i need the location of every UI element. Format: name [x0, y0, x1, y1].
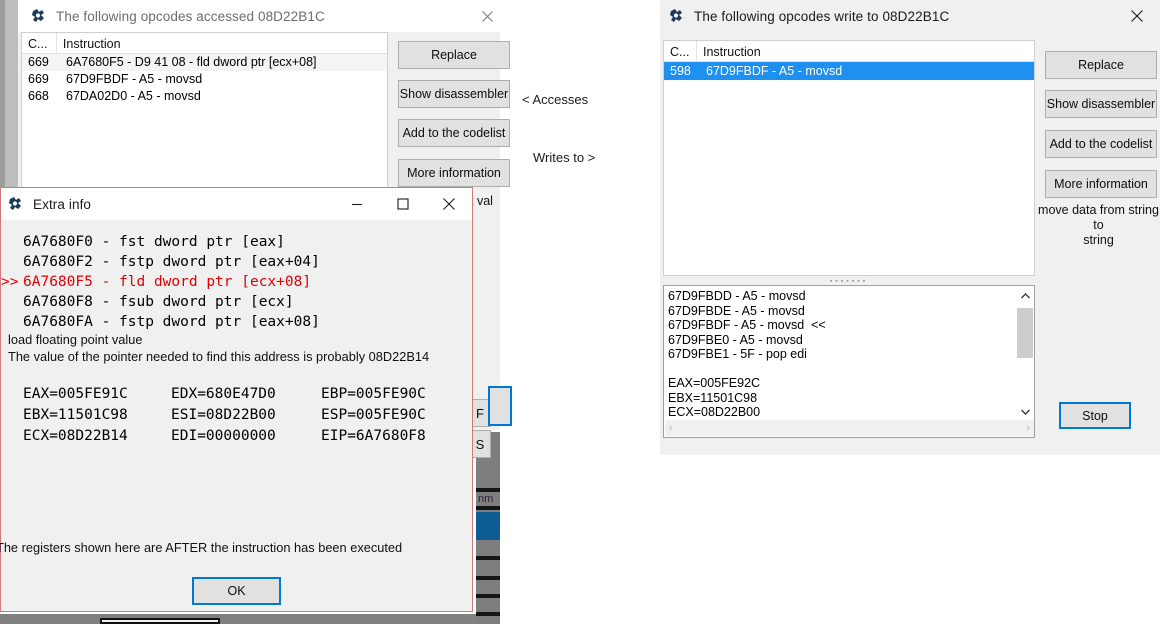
- writes-list-header: C... Instruction: [664, 41, 1034, 62]
- writes-dialog: The following opcodes write to 08D22B1C …: [660, 0, 1160, 455]
- writes-replace-button[interactable]: Replace: [1045, 51, 1157, 79]
- accesses-more-information-button[interactable]: More information: [398, 159, 510, 187]
- writes-memo-text: 67D9FBDD - A5 - movsd 67D9FBDE - A5 - mo…: [668, 289, 826, 434]
- register-ecx: ECX=08D22B14: [23, 426, 128, 447]
- memo-horizontal-scrollbar[interactable]: ‹ ›: [665, 420, 1034, 436]
- writes-show-disassembler-button[interactable]: Show disassembler: [1045, 90, 1157, 118]
- scroll-up-icon[interactable]: [1017, 287, 1033, 304]
- extra-info-window-buttons: [334, 188, 472, 220]
- cheat-engine-icon: [30, 7, 48, 25]
- accesses-list-header: C... Instruction: [22, 33, 387, 54]
- cheat-engine-icon: [7, 195, 25, 213]
- extra-info-dialog: Extra info 6A7680F0 - fst dword ptr [eax…: [0, 187, 473, 612]
- accesses-column-instruction[interactable]: Instruction: [57, 33, 387, 54]
- table-row[interactable]: 669 67D9FBDF - A5 - movsd: [22, 71, 387, 88]
- scroll-left-icon[interactable]: ‹: [665, 422, 673, 434]
- register-ebx: EBX=11501C98: [23, 405, 128, 426]
- writes-more-information-button[interactable]: More information: [1045, 170, 1157, 198]
- register-ebp: EBP=005FE90C: [321, 384, 426, 405]
- accesses-s-button-label: S: [476, 437, 485, 452]
- extra-info-disasm-line-2: 6A7680F2 - fstp dword ptr [eax+04]: [23, 252, 320, 272]
- extra-info-disasm-line-3: 6A7680F5 - fld dword ptr [ecx+08]: [23, 272, 311, 292]
- extra-info-footer-note: The registers shown here are AFTER the i…: [0, 540, 402, 555]
- row-count: 668: [22, 88, 57, 105]
- extra-info-title: Extra info: [33, 197, 91, 212]
- background-dark-row-6: [476, 612, 500, 616]
- accesses-f-button-label: F: [476, 406, 484, 421]
- minimize-icon[interactable]: [334, 188, 380, 220]
- writes-window-buttons: [1114, 0, 1160, 32]
- screen: nm The following opcodes accessed 08D22B…: [0, 0, 1160, 624]
- accesses-window-buttons: [474, 0, 500, 32]
- extra-info-description-line-2: The value of the pointer needed to find …: [8, 349, 429, 364]
- ok-button[interactable]: OK: [192, 577, 281, 605]
- stop-button[interactable]: Stop: [1059, 402, 1131, 429]
- table-row[interactable]: 598 67D9FBDF - A5 - movsd: [664, 62, 1034, 80]
- row-count: 669: [22, 54, 57, 71]
- accesses-clipped-hint: t val: [470, 194, 510, 209]
- background-dark-row-3: [476, 556, 500, 560]
- register-edi: EDI=00000000: [171, 426, 276, 447]
- extra-info-current-marker: >>: [1, 272, 18, 292]
- row-instruction: 67D9FBDF - A5 - movsd: [57, 71, 202, 88]
- writes-listview[interactable]: C... Instruction 598 67D9FBDF - A5 - mov…: [663, 40, 1035, 276]
- writes-titlebar[interactable]: The following opcodes write to 08D22B1C: [660, 0, 1160, 32]
- accesses-show-disassembler-button[interactable]: Show disassembler: [398, 80, 510, 108]
- scroll-track[interactable]: [1017, 304, 1033, 403]
- background-dark-row-2: [476, 506, 500, 510]
- extra-info-disasm-line-4: 6A7680F8 - fsub dword ptr [ecx]: [23, 292, 294, 312]
- accesses-replace-button[interactable]: Replace: [398, 41, 510, 69]
- close-icon[interactable]: [474, 0, 500, 32]
- accesses-listview[interactable]: C... Instruction 669 6A7680F5 - D9 41 08…: [21, 32, 388, 190]
- table-row[interactable]: 668 67DA02D0 - A5 - movsd: [22, 88, 387, 105]
- scroll-thumb[interactable]: [1017, 308, 1033, 358]
- register-esi: ESI=08D22B00: [171, 405, 276, 426]
- row-count: 598: [664, 62, 697, 80]
- scroll-down-icon[interactable]: [1017, 403, 1033, 420]
- background-dark-row-4: [476, 576, 500, 580]
- accesses-title: The following opcodes accessed 08D22B1C: [56, 9, 325, 24]
- background-dark-row-label: nm: [476, 492, 500, 506]
- background-bottom-bar: [0, 614, 476, 624]
- panel-splitter[interactable]: ▪▪▪▪▪▪▪: [663, 277, 1035, 285]
- background-dark-selected-row: [476, 512, 500, 540]
- splitter-grip-icon: ▪▪▪▪▪▪▪: [830, 278, 868, 285]
- extra-info-disasm-line-5: 6A7680FA - fstp dword ptr [eax+08]: [23, 312, 320, 332]
- row-instruction: 67D9FBDF - A5 - movsd: [697, 62, 842, 80]
- register-eip: EIP=6A7680F8: [321, 426, 426, 447]
- annotation-accesses: < Accesses: [522, 92, 588, 107]
- row-instruction: 67DA02D0 - A5 - movsd: [57, 88, 201, 105]
- register-esp: ESP=005FE90C: [321, 405, 426, 426]
- background-dark-row-5: [476, 594, 500, 598]
- background-clipped-label: nm: [478, 493, 493, 505]
- accesses-add-to-codelist-button[interactable]: Add to the codelist: [398, 119, 510, 147]
- table-row[interactable]: 669 6A7680F5 - D9 41 08 - fld dword ptr …: [22, 54, 387, 71]
- background-bottom-frame: [100, 618, 220, 624]
- row-instruction: 6A7680F5 - D9 41 08 - fld dword ptr [ecx…: [57, 54, 317, 71]
- accesses-focused-button[interactable]: [488, 386, 512, 426]
- writes-column-count[interactable]: C...: [664, 41, 697, 62]
- writes-instruction-hint: move data from string to string: [1037, 203, 1160, 248]
- scroll-right-icon[interactable]: ›: [1026, 422, 1034, 434]
- writes-column-instruction[interactable]: Instruction: [697, 41, 1034, 62]
- maximize-icon[interactable]: [380, 188, 426, 220]
- register-edx: EDX=680E47D0: [171, 384, 276, 405]
- accesses-titlebar[interactable]: The following opcodes accessed 08D22B1C: [18, 0, 500, 32]
- writes-memo[interactable]: 67D9FBDD - A5 - movsd 67D9FBDE - A5 - mo…: [663, 285, 1035, 438]
- accesses-column-count[interactable]: C...: [22, 33, 57, 54]
- memo-vertical-scrollbar[interactable]: [1017, 287, 1033, 420]
- annotation-writes: Writes to >: [533, 150, 595, 165]
- extra-info-titlebar[interactable]: Extra info: [1, 188, 472, 220]
- extra-info-description-line-1: load floating point value: [8, 332, 142, 347]
- close-icon[interactable]: [1114, 0, 1160, 32]
- row-count: 669: [22, 71, 57, 88]
- writes-add-to-codelist-button[interactable]: Add to the codelist: [1045, 130, 1157, 158]
- cheat-engine-icon: [668, 7, 686, 25]
- writes-title: The following opcodes write to 08D22B1C: [694, 9, 949, 24]
- register-eax: EAX=005FE91C: [23, 384, 128, 405]
- close-icon[interactable]: [426, 188, 472, 220]
- extra-info-disasm-line-1: 6A7680F0 - fst dword ptr [eax]: [23, 232, 285, 252]
- background-left-gutter-edge: [0, 0, 5, 190]
